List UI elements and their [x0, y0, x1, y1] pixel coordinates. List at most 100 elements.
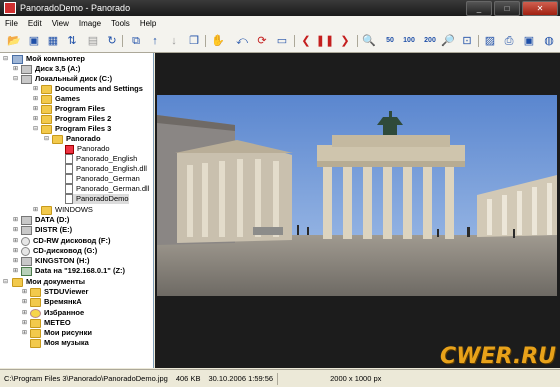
menu-edit[interactable]: Edit [23, 19, 47, 28]
menu-image[interactable]: Image [74, 19, 106, 28]
expand-toggle-icon[interactable]: ⊞ [22, 309, 27, 316]
sort-icon[interactable]: ⇅ [64, 33, 80, 49]
tree-node[interactable]: Локальный диск (C:) [21, 74, 112, 84]
tree-node[interactable]: CD-дисковод (G:) [21, 246, 97, 256]
cd-drive-icon [21, 246, 30, 256]
slideshow-icon[interactable]: ▤ [85, 33, 101, 49]
tree-node[interactable]: Мои рисунки [30, 328, 92, 338]
tree-node[interactable]: Documents and Settings [41, 84, 143, 94]
crop-frame-icon[interactable]: ▭ [274, 33, 290, 49]
fit-window-icon[interactable]: ⊡ [459, 33, 475, 49]
expand-toggle-icon[interactable]: ⊞ [13, 247, 18, 254]
menu-help[interactable]: Help [135, 19, 161, 28]
expand-toggle-icon[interactable]: ⊞ [33, 105, 38, 112]
panorama-image[interactable] [157, 95, 557, 296]
tree-node-label: Program Files 3 [55, 124, 112, 133]
browse-icon[interactable]: ▣ [26, 33, 42, 49]
collapse-toggle-icon[interactable]: ⊟ [3, 55, 8, 62]
menu-tools[interactable]: Tools [106, 19, 135, 28]
tree-node[interactable]: Panorado_English [65, 154, 137, 164]
zoom-100-button[interactable]: 100 [399, 33, 419, 49]
folder-tree[interactable]: ⊟ Мой компьютер ⊞ Диск 3,5 (A:) ⊟ Локаль… [0, 53, 154, 368]
expand-toggle-icon[interactable]: ⊞ [22, 329, 27, 336]
collapse-toggle-icon[interactable]: ⊟ [44, 135, 49, 142]
collapse-toggle-icon[interactable]: ⊟ [13, 75, 18, 82]
refresh-icon[interactable]: ↻ [104, 33, 120, 49]
expand-toggle-icon[interactable]: ⊞ [22, 298, 27, 305]
tree-node[interactable]: METEO [30, 318, 71, 328]
tree-node[interactable]: Panorado [52, 134, 101, 144]
tree-node[interactable]: Data на "192.168.0.1" (Z:) [21, 266, 125, 276]
tree-node[interactable]: Panorado_English.dll [65, 164, 147, 174]
tree-node[interactable]: DISTR (E:) [21, 225, 72, 235]
tree-node[interactable]: Program Files 3 [41, 124, 111, 134]
tree-node[interactable]: Panorado_German [65, 174, 140, 184]
tree-node-selected[interactable]: PanoradoDemo [65, 194, 129, 204]
tree-node[interactable]: Games [41, 94, 80, 104]
collapse-toggle-icon[interactable]: ⊟ [33, 125, 38, 132]
tree-node[interactable]: KINGSTON (H:) [21, 256, 89, 266]
settings-icon[interactable]: ▣ [521, 33, 537, 49]
pan-right-icon[interactable]: ❯ [337, 33, 353, 49]
expand-toggle-icon[interactable]: ⊞ [22, 319, 27, 326]
expand-toggle-icon[interactable]: ⊞ [13, 237, 18, 244]
expand-toggle-icon[interactable]: ⊞ [33, 115, 38, 122]
tree-node[interactable]: Program Files 2 [41, 114, 111, 124]
tree-node[interactable]: Panorado_German.dll [65, 184, 149, 194]
tree-node[interactable]: Мои документы [12, 277, 85, 287]
fullscreen-icon[interactable]: ⧉ [128, 33, 144, 49]
previous-file-icon[interactable]: ↑ [147, 33, 163, 49]
close-button[interactable]: ✕ [522, 1, 558, 16]
tree-node[interactable]: ВремянкА [30, 297, 82, 307]
tree-node[interactable]: STDUViewer [30, 287, 88, 297]
tree-node[interactable]: Мой компьютер [12, 54, 85, 64]
pause-icon[interactable]: ❚❚ [316, 33, 334, 49]
print-icon[interactable]: ⎙ [501, 33, 517, 49]
rotate-icon[interactable]: ⟳ [254, 33, 270, 49]
folder-open-icon [52, 134, 63, 144]
expand-toggle-icon[interactable]: ⊞ [13, 216, 18, 223]
tree-node[interactable]: Program Files [41, 104, 105, 114]
pan-left-icon[interactable]: ❮ [298, 33, 314, 49]
tree-node[interactable]: WINDOWS [41, 205, 93, 215]
expand-toggle-icon[interactable]: ⊞ [13, 226, 18, 233]
menu-view[interactable]: View [47, 19, 74, 28]
image-info-icon[interactable]: ▨ [482, 33, 498, 49]
folder-icon [41, 114, 52, 124]
menu-file[interactable]: File [0, 19, 23, 28]
zoom-in-icon[interactable]: 🔎 [440, 33, 456, 49]
open-folder-icon[interactable]: 📂 [6, 33, 22, 49]
tree-node[interactable]: Panorado [65, 144, 110, 154]
folder-icon [41, 205, 52, 215]
tree-node-label: PanoradoDemo [76, 194, 129, 203]
tree-node[interactable]: Избранное [30, 308, 84, 318]
expand-toggle-icon[interactable]: ⊞ [22, 288, 27, 295]
maximize-button[interactable]: □ [494, 1, 520, 16]
zoom-200-button[interactable]: 200 [420, 33, 440, 49]
copy-icon[interactable]: ❐ [186, 33, 202, 49]
tree-node-label: CD-RW дисковод (F:) [33, 236, 111, 245]
thumbnails-icon[interactable]: ▦ [45, 33, 61, 49]
expand-toggle-icon[interactable]: ⊞ [33, 206, 38, 213]
tree-node[interactable]: DATA (D:) [21, 215, 69, 225]
hand-pan-icon[interactable]: ✋ [210, 33, 226, 49]
tree-node[interactable]: CD-RW дисковод (F:) [21, 236, 110, 246]
expand-toggle-icon[interactable]: ⊞ [33, 95, 38, 102]
expand-toggle-icon[interactable]: ⊞ [33, 85, 38, 92]
next-file-icon[interactable]: ↓ [166, 33, 182, 49]
folder-icon [30, 287, 41, 297]
help-globe-icon[interactable]: ◍ [541, 33, 557, 49]
expand-toggle-icon[interactable]: ⊞ [13, 257, 18, 264]
collapse-toggle-icon[interactable]: ⊟ [3, 278, 8, 285]
zoom-50-button[interactable]: 50 [380, 33, 400, 49]
image-viewer[interactable] [155, 53, 560, 368]
expand-toggle-icon[interactable]: ⊞ [13, 65, 18, 72]
tree-node[interactable]: Моя музыка [30, 338, 89, 348]
music-folder-icon [30, 338, 41, 348]
tree-node[interactable]: Диск 3,5 (A:) [21, 64, 80, 74]
expand-toggle-icon[interactable]: ⊞ [13, 267, 18, 274]
rotate-copy-icon[interactable]: ⤺ [234, 33, 250, 49]
zoom-out-icon[interactable]: 🔍 [361, 33, 377, 49]
toolbar-separator [357, 35, 358, 47]
minimize-button[interactable]: _ [466, 1, 492, 16]
